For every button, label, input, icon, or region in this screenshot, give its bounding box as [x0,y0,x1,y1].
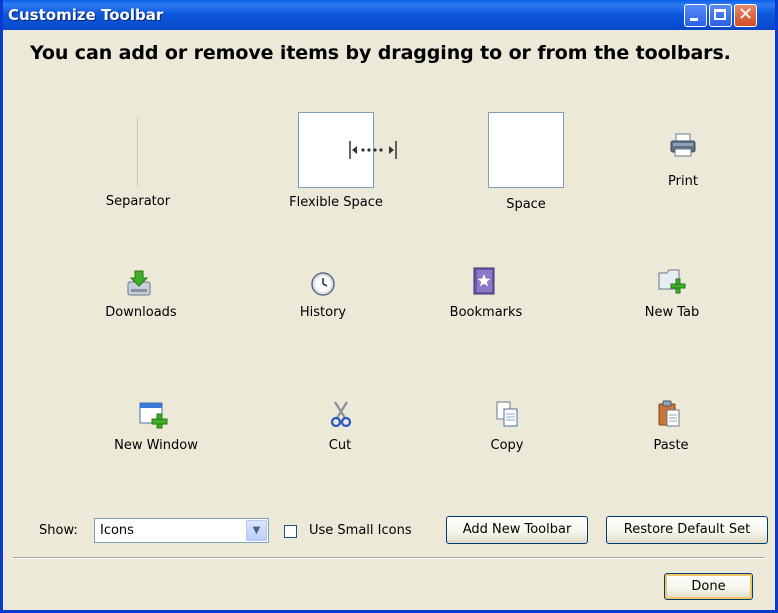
space-icon [488,112,564,188]
show-select-value: Icons [100,523,134,538]
use-small-icons-label[interactable]: Use Small Icons [309,523,412,538]
palette-item-new-window[interactable]: New Window [76,400,236,460]
new-tab-icon [658,269,686,294]
printer-icon [670,133,696,157]
item-label: Print [668,174,698,189]
palette-item-print[interactable]: Print [603,130,763,200]
item-label: Space [506,197,546,212]
item-label: Copy [490,438,524,453]
maximize-button[interactable] [709,4,732,27]
palette-item-cut[interactable]: Cut [260,400,420,460]
minimize-button[interactable] [684,4,707,27]
flexible-space-icon [298,112,397,188]
customize-toolbar-dialog: Customize Toolbar ✕ You can add or remov… [0,0,778,613]
palette-item-bookmarks[interactable]: Bookmarks [406,267,566,327]
scissors-icon [330,401,352,428]
bookmarks-icon [473,267,495,295]
close-button[interactable]: ✕ [734,4,757,27]
item-label: Flexible Space [289,195,383,210]
item-label: New Window [114,438,198,453]
maximize-icon [714,9,726,20]
minimize-icon [690,18,698,21]
copy-icon [496,401,518,427]
palette-item-paste[interactable]: Paste [591,400,751,460]
palette-item-new-tab[interactable]: New Tab [592,267,752,327]
item-label: Downloads [105,305,177,320]
palette-item-copy[interactable]: Copy [427,400,587,460]
instruction-text: You can add or remove items by dragging … [30,42,731,64]
title-bar[interactable]: Customize Toolbar ✕ [3,0,775,30]
paste-icon [658,400,680,427]
divider [13,557,765,559]
item-label: Separator [105,194,171,209]
restore-default-set-button[interactable]: Restore Default Set [606,516,768,544]
done-button[interactable]: Done [664,573,753,600]
new-window-icon [139,402,168,429]
palette-item-flexible-space[interactable]: Flexible Space [256,110,416,215]
downloads-icon [127,270,151,296]
item-label: History [299,305,347,320]
palette-item-separator[interactable]: Separator [58,113,218,213]
window-title: Customize Toolbar [8,6,164,24]
palette-item-downloads[interactable]: Downloads [61,267,221,327]
use-small-icons-checkbox[interactable] [284,525,297,538]
add-new-toolbar-button[interactable]: Add New Toolbar [446,516,588,544]
show-label: Show: [39,523,78,538]
palette-item-history[interactable]: History [243,267,403,327]
item-label: Bookmarks [449,305,523,320]
item-label: Paste [653,438,689,453]
palette-item-space[interactable]: Space [446,110,606,215]
clock-icon [311,272,335,296]
separator-icon [137,117,138,187]
close-icon: ✕ [737,4,754,25]
item-label: New Tab [644,305,700,320]
show-select[interactable]: Icons ▼ [94,518,269,543]
chevron-down-icon[interactable]: ▼ [246,520,267,541]
item-label: Cut [328,438,352,453]
